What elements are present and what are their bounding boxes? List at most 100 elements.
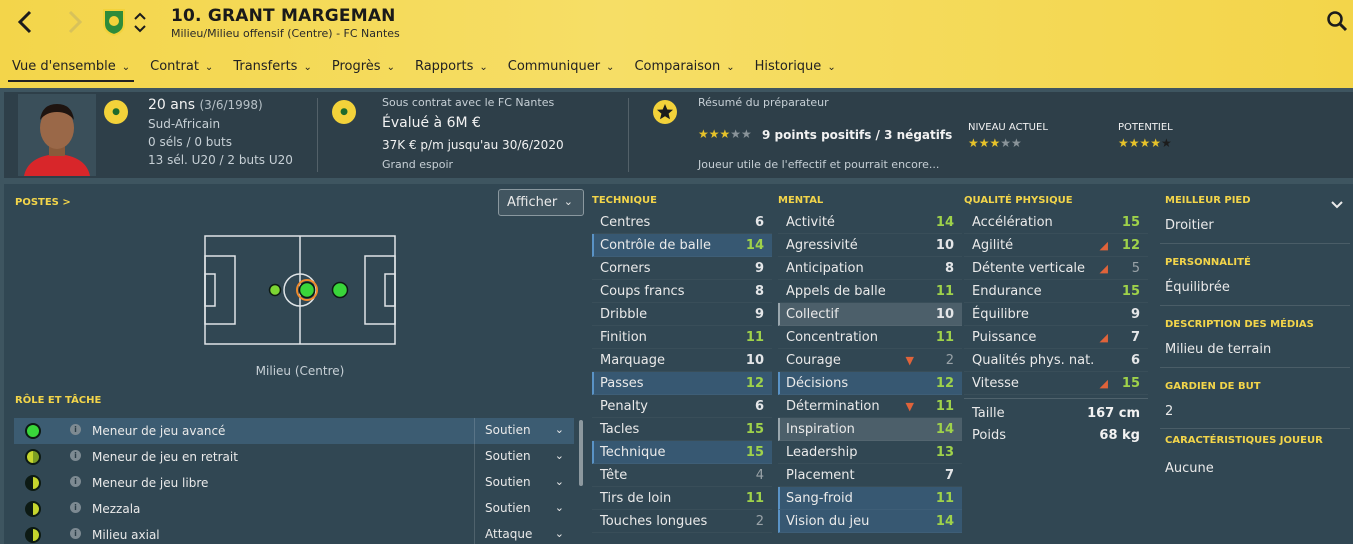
attribute-row[interactable]: Tacles 15: [592, 418, 772, 441]
attribute-name: Qualités phys. nat.: [972, 353, 1095, 368]
divider: [1160, 243, 1350, 244]
attribute-row[interactable]: Touches longues 2: [592, 510, 772, 533]
attribute-row[interactable]: Puissance ◢ 7: [964, 326, 1148, 349]
attribute-name: Endurance: [972, 284, 1042, 299]
attribute-row[interactable]: Collectif 10: [778, 303, 962, 326]
attribute-row[interactable]: Anticipation 8: [778, 257, 962, 280]
attribute-row[interactable]: Qualités phys. nat. 6: [964, 349, 1148, 372]
duty-value: Soutien: [485, 475, 531, 489]
attribute-row[interactable]: Courage ▼ 2: [778, 349, 962, 372]
tab-contrat[interactable]: Contrat ⌄: [146, 56, 217, 82]
tab-transferts[interactable]: Transferts ⌄: [229, 56, 316, 82]
attribute-value: 2: [945, 353, 954, 368]
role-row[interactable]: i Milieu axial Attaque ⌄: [14, 522, 574, 544]
attribute-value: 7: [1130, 330, 1140, 345]
chevron-down-icon: ⌄: [563, 195, 573, 208]
role-row[interactable]: i Meneur de jeu en retrait Soutien ⌄: [14, 444, 574, 470]
tab-rapports[interactable]: Rapports ⌄: [411, 56, 492, 82]
player-title: 10. GRANT MARGEMAN: [171, 6, 396, 26]
attribute-row[interactable]: Vitesse ◢ 15: [964, 372, 1148, 395]
role-row[interactable]: i Meneur de jeu libre Soutien ⌄: [14, 470, 574, 496]
tab-label: Transferts: [233, 59, 298, 74]
role-row[interactable]: i Meneur de jeu avancé Soutien ⌄: [14, 418, 574, 444]
attribute-row[interactable]: Agressivité 10: [778, 234, 962, 257]
attribute-row[interactable]: Tête 4: [592, 464, 772, 487]
up-down-chevron-icon[interactable]: [132, 8, 148, 36]
attribute-row[interactable]: Inspiration 14: [778, 418, 962, 441]
player-wage: 37K € p/m jusqu'au 30/6/2020: [382, 138, 564, 152]
attribute-row[interactable]: Contrôle de balle 14: [592, 234, 772, 257]
duty-value: Soutien: [485, 501, 531, 515]
duty-dropdown[interactable]: Soutien ⌄: [474, 444, 574, 470]
pitch-position-label: Milieu (Centre): [255, 364, 345, 378]
tab-comparaison[interactable]: Comparaison ⌄: [630, 56, 738, 82]
duty-dropdown[interactable]: Soutien ⌄: [474, 470, 574, 496]
attribute-row[interactable]: Marquage 10: [592, 349, 772, 372]
attribute-value: 9: [754, 307, 764, 322]
attribute-name: Sang-froid: [786, 491, 853, 506]
info-icon[interactable]: i: [70, 450, 81, 461]
attribute-row[interactable]: Détermination ▼ 11: [778, 395, 962, 418]
attribute-value: 9: [1130, 307, 1140, 322]
attribute-row[interactable]: Accélération 15: [964, 211, 1148, 234]
tab-progres[interactable]: Progrès ⌄: [328, 56, 399, 82]
attribute-row[interactable]: Coups francs 8: [592, 280, 772, 303]
attribute-row[interactable]: Technique 15: [592, 441, 772, 464]
attribute-row[interactable]: Vision du jeu 14: [778, 510, 962, 533]
duty-dropdown[interactable]: Attaque ⌄: [474, 522, 574, 544]
tab-label: Vue d'ensemble: [12, 59, 116, 74]
attribute-name: Vision du jeu: [786, 514, 870, 529]
attribute-name: Corners: [600, 261, 651, 276]
attribute-value: 6: [754, 215, 764, 230]
chevron-down-icon: ⌄: [554, 449, 564, 462]
positions-label[interactable]: POSTES >: [15, 197, 71, 208]
roles-scrollbar[interactable]: [579, 420, 583, 486]
height-row: Taille 167 cm: [964, 403, 1148, 425]
info-icon[interactable]: i: [70, 502, 81, 513]
attribute-row[interactable]: Centres 6: [592, 211, 772, 234]
info-icon[interactable]: i: [70, 528, 81, 539]
decline-arrow-icon: ▼: [905, 354, 914, 367]
attribute-row[interactable]: Placement 7: [778, 464, 962, 487]
age-value: 20 ans: [148, 97, 196, 113]
coach-summary: Joueur utile de l'effectif et pourrait e…: [698, 158, 940, 171]
attribute-row[interactable]: Leadership 13: [778, 441, 962, 464]
attribute-row[interactable]: Dribble 9: [592, 303, 772, 326]
attribute-value: 12: [935, 376, 954, 391]
attribute-row[interactable]: Équilibre 9: [964, 303, 1148, 326]
chevron-down-icon: ⌄: [121, 62, 131, 73]
search-icon[interactable]: [1326, 10, 1348, 32]
position-dot: [298, 281, 316, 299]
duty-dropdown[interactable]: Soutien ⌄: [474, 496, 574, 522]
role-name: Milieu axial: [92, 528, 160, 542]
tab-communiquer[interactable]: Communiquer ⌄: [504, 56, 619, 82]
info-icon[interactable]: i: [70, 476, 81, 487]
attribute-row[interactable]: Passes 12: [592, 372, 772, 395]
attribute-row[interactable]: Appels de balle 11: [778, 280, 962, 303]
role-row[interactable]: i Mezzala Soutien ⌄: [14, 496, 574, 522]
attribute-row[interactable]: Tirs de loin 11: [592, 487, 772, 510]
attribute-row[interactable]: Sang-froid 11: [778, 487, 962, 510]
attribute-name: Courage: [786, 353, 841, 368]
attribute-row[interactable]: Finition 11: [592, 326, 772, 349]
tab-historique[interactable]: Historique ⌄: [751, 56, 840, 82]
attribute-row[interactable]: Détente verticale ◢ 5: [964, 257, 1148, 280]
attribute-row[interactable]: Activité 14: [778, 211, 962, 234]
back-arrow-icon[interactable]: [12, 8, 40, 36]
duty-dropdown[interactable]: Soutien ⌄: [474, 418, 574, 444]
attribute-row[interactable]: Décisions 12: [778, 372, 962, 395]
attribute-row[interactable]: Agilité ◢ 12: [964, 234, 1148, 257]
weight-value: 68 kg: [1099, 428, 1140, 443]
attribute-name: Accélération: [972, 215, 1053, 230]
potential-stars: ★★★★★: [1118, 136, 1172, 150]
info-icon[interactable]: i: [70, 424, 81, 435]
attribute-row[interactable]: Endurance 15: [964, 280, 1148, 303]
tab-vue-ensemble[interactable]: Vue d'ensemble ⌄: [8, 56, 135, 82]
attribute-row[interactable]: Concentration 11: [778, 326, 962, 349]
attribute-value: 12: [1121, 238, 1140, 253]
attribute-row[interactable]: Penalty 6: [592, 395, 772, 418]
attribute-row[interactable]: Corners 9: [592, 257, 772, 280]
forward-arrow-icon[interactable]: [60, 8, 88, 36]
show-dropdown[interactable]: Afficher ⌄: [498, 189, 584, 216]
chevron-down-icon[interactable]: [1330, 198, 1344, 212]
